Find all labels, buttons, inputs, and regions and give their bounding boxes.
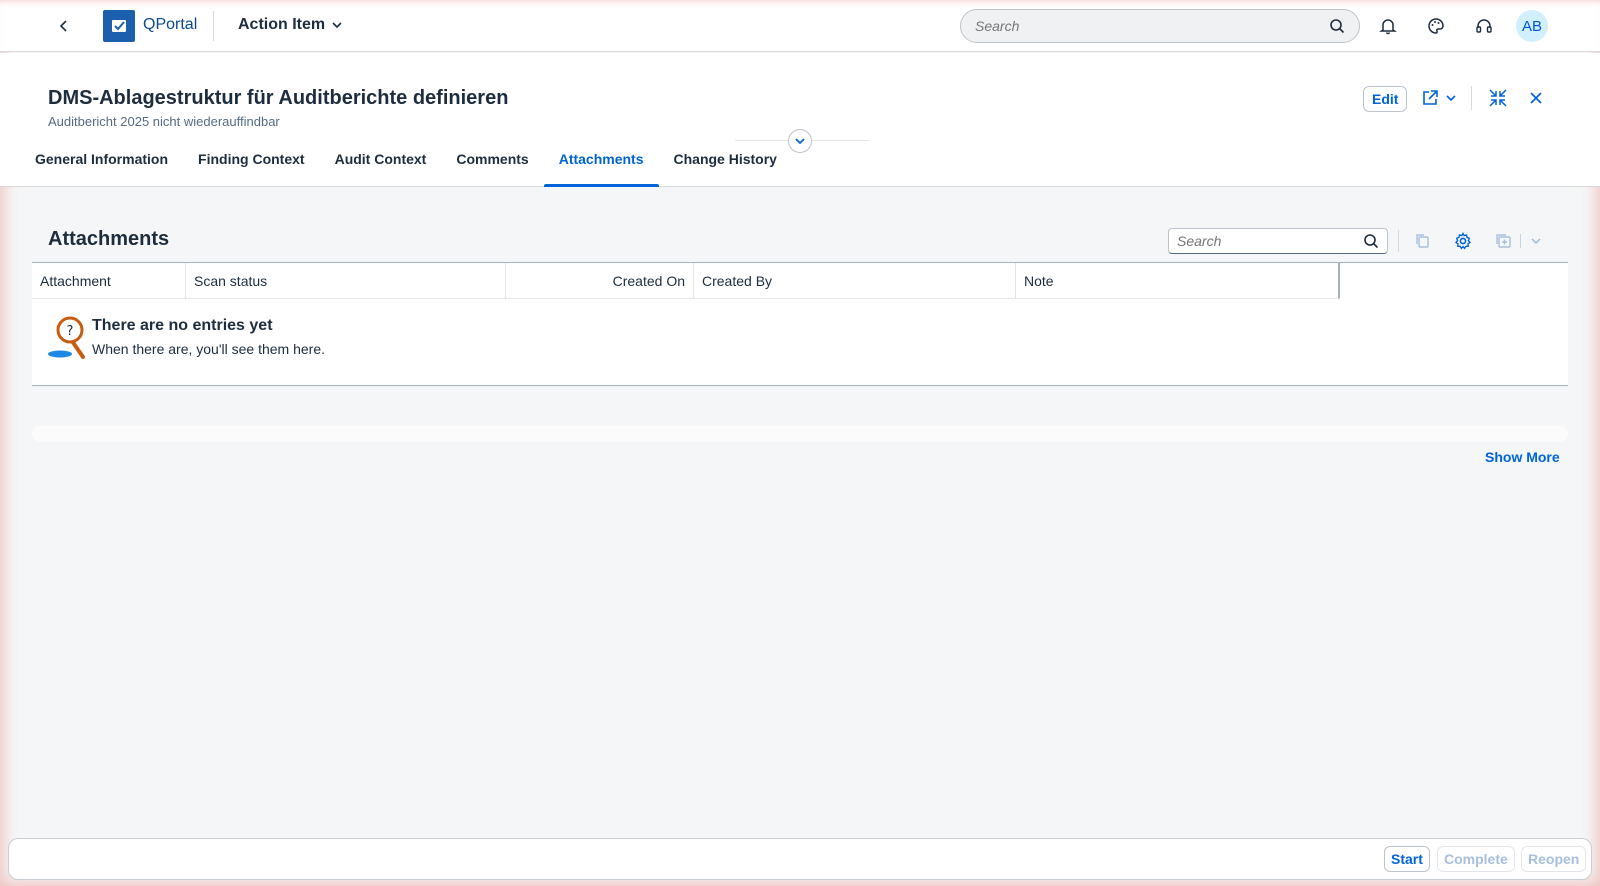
tab-attachments[interactable]: Attachments bbox=[543, 152, 659, 187]
close-button[interactable] bbox=[1522, 84, 1550, 112]
chevron-down-icon bbox=[332, 22, 342, 29]
tab-general-information[interactable]: General Information bbox=[20, 152, 183, 187]
table-header-row: Attachment Scan status Created On Create… bbox=[32, 263, 1340, 299]
chevron-down-icon bbox=[1446, 95, 1456, 102]
headset-icon bbox=[1476, 19, 1492, 33]
tab-audit-context[interactable]: Audit Context bbox=[320, 152, 442, 187]
shell-search bbox=[960, 9, 1360, 43]
chevron-left-icon bbox=[59, 20, 67, 32]
bell-icon bbox=[1379, 19, 1397, 35]
tab-finding-context[interactable]: Finding Context bbox=[183, 152, 320, 187]
search-icon[interactable] bbox=[1329, 18, 1345, 34]
toolbar-divider bbox=[1398, 230, 1399, 252]
table-settings-button[interactable] bbox=[1451, 229, 1475, 253]
header-divider bbox=[1471, 86, 1472, 110]
back-button[interactable] bbox=[50, 12, 78, 40]
column-header-created-by[interactable]: Created By bbox=[694, 263, 1016, 299]
shell-search-input[interactable] bbox=[975, 18, 1329, 34]
exit-fullscreen-icon bbox=[1489, 89, 1507, 107]
checkmark-document-icon bbox=[112, 20, 126, 32]
theme-button[interactable] bbox=[1422, 12, 1450, 40]
empty-state-title: There are no entries yet bbox=[92, 317, 273, 334]
page-title: DMS-Ablagestruktur für Auditberichte def… bbox=[48, 87, 509, 109]
object-page-header: DMS-Ablagestruktur für Auditberichte def… bbox=[0, 53, 1600, 187]
copy-button[interactable] bbox=[1410, 229, 1434, 253]
empty-state: ? There are no entries yet When there ar… bbox=[46, 315, 325, 361]
section-placeholder bbox=[32, 426, 1568, 442]
svg-text:?: ? bbox=[67, 324, 74, 339]
upload-menu-button[interactable] bbox=[1524, 229, 1548, 253]
page-subtitle: Auditbericht 2025 nicht wiederauffindbar bbox=[48, 114, 280, 129]
table-search bbox=[1168, 228, 1388, 254]
empty-state-text: There are no entries yet When there are,… bbox=[92, 315, 325, 361]
app-name[interactable]: QPortal bbox=[143, 16, 197, 34]
column-header-note[interactable]: Note bbox=[1016, 263, 1338, 299]
app-logo[interactable] bbox=[103, 10, 135, 42]
footer-toolbar: Start Complete Reopen bbox=[8, 838, 1592, 880]
table-search-input[interactable] bbox=[1177, 233, 1363, 249]
reopen-button[interactable]: Reopen bbox=[1521, 846, 1587, 872]
app-window: QPortal Action Item AB DMS-Ablagestruktu… bbox=[0, 0, 1600, 886]
add-document-icon bbox=[1496, 234, 1511, 248]
toolbar-divider bbox=[1520, 234, 1521, 248]
notifications-button[interactable] bbox=[1374, 12, 1402, 40]
object-title-label: Action Item bbox=[238, 16, 326, 33]
show-more-link[interactable]: Show More bbox=[1485, 449, 1560, 465]
support-button[interactable] bbox=[1470, 12, 1498, 40]
close-icon bbox=[1530, 92, 1542, 104]
shell-divider bbox=[213, 11, 214, 41]
palette-icon bbox=[1428, 18, 1444, 34]
chevron-down-icon bbox=[1531, 238, 1541, 245]
chevron-down-icon bbox=[795, 138, 805, 145]
gear-icon bbox=[1454, 232, 1472, 250]
collapse-header-button[interactable] bbox=[788, 129, 812, 153]
copy-icon bbox=[1416, 234, 1429, 248]
shell-bar: QPortal Action Item AB bbox=[0, 0, 1600, 52]
attachments-table: Attachment Scan status Created On Create… bbox=[32, 262, 1568, 386]
empty-state-description: When there are, you'll see them here. bbox=[92, 341, 326, 357]
section-tabs: General Information Finding Context Audi… bbox=[20, 152, 792, 187]
start-button[interactable]: Start bbox=[1384, 846, 1430, 872]
tab-change-history[interactable]: Change History bbox=[659, 152, 792, 187]
column-header-scan-status[interactable]: Scan status bbox=[186, 263, 506, 299]
complete-button[interactable]: Complete bbox=[1437, 846, 1515, 872]
exit-fullscreen-button[interactable] bbox=[1484, 84, 1512, 112]
user-avatar[interactable]: AB bbox=[1516, 10, 1548, 42]
upload-button[interactable] bbox=[1491, 229, 1515, 253]
share-menu-button[interactable] bbox=[1417, 84, 1461, 112]
attachments-title: Attachments bbox=[48, 228, 170, 250]
object-title-menu[interactable]: Action Item bbox=[238, 16, 343, 34]
column-header-attachment[interactable]: Attachment bbox=[32, 263, 186, 299]
magnifier-question-icon: ? bbox=[48, 316, 85, 359]
tab-comments[interactable]: Comments bbox=[441, 152, 543, 187]
column-header-created-on[interactable]: Created On bbox=[506, 263, 694, 299]
search-icon[interactable] bbox=[1363, 233, 1379, 249]
edit-button[interactable]: Edit bbox=[1363, 86, 1408, 112]
share-icon bbox=[1423, 90, 1438, 105]
